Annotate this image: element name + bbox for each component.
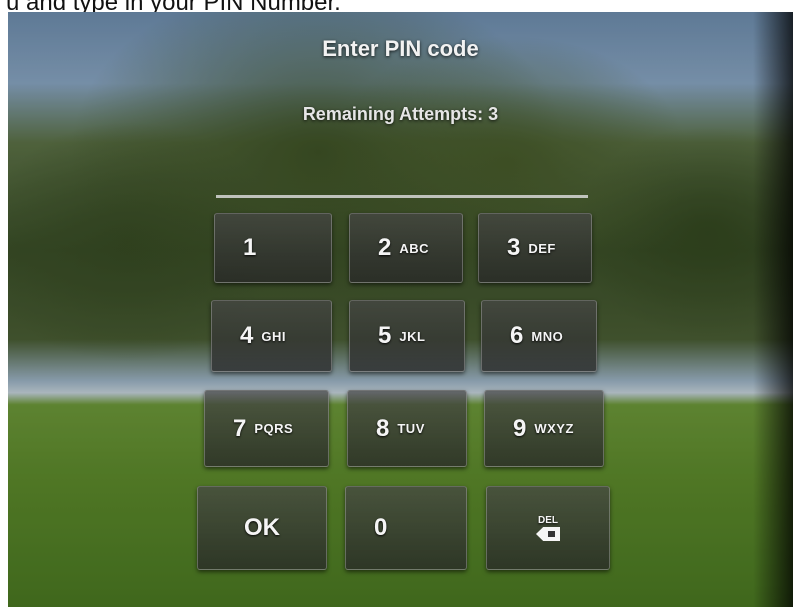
key-4[interactable]: 4 GHI (211, 300, 332, 372)
ok-label: OK (244, 514, 280, 541)
backspace-arrow-shape (536, 527, 560, 541)
backspace-icon: DEL (536, 515, 560, 541)
key-letters: MNO (531, 328, 564, 344)
key-digit: 7 (233, 414, 247, 442)
key-3[interactable]: 3 DEF (478, 213, 592, 283)
key-digit: 8 (376, 414, 390, 442)
key-digit: 4 (240, 322, 254, 349)
pin-keypad: 1 2 ABC 3 DEF 4 GHI 5 JKL 6 MNO 7 PQRS 8… (8, 12, 793, 607)
key-letters: PQRS (254, 421, 294, 436)
key-2[interactable]: 2 ABC (349, 213, 463, 283)
key-letters: DEF (528, 240, 556, 256)
key-digit: 1 (243, 234, 257, 261)
key-letters: TUV (397, 421, 425, 436)
key-digit: 6 (510, 322, 524, 349)
key-6[interactable]: 6 MNO (481, 300, 597, 372)
key-9[interactable]: 9 WXYZ (484, 390, 604, 467)
key-1[interactable]: 1 (214, 213, 332, 283)
key-letters: WXYZ (534, 421, 574, 436)
key-digit: 2 (378, 234, 392, 261)
key-8[interactable]: 8 TUV (347, 390, 467, 467)
ok-button[interactable]: OK (197, 486, 327, 570)
key-7[interactable]: 7 PQRS (204, 390, 329, 467)
key-digit: 3 (507, 234, 521, 261)
key-letters: JKL (399, 328, 426, 344)
delete-button[interactable]: DEL (486, 486, 610, 570)
key-letters: GHI (261, 328, 286, 344)
pin-lock-screen: Enter PIN code Remaining Attempts: 3 1 2… (8, 12, 793, 607)
key-letters: ABC (399, 240, 430, 256)
key-digit: 0 (374, 514, 388, 541)
key-digit: 9 (513, 414, 527, 442)
key-digit: 5 (378, 322, 392, 349)
key-5[interactable]: 5 JKL (349, 300, 465, 372)
delete-label: DEL (538, 515, 558, 526)
key-0[interactable]: 0 (345, 486, 467, 570)
